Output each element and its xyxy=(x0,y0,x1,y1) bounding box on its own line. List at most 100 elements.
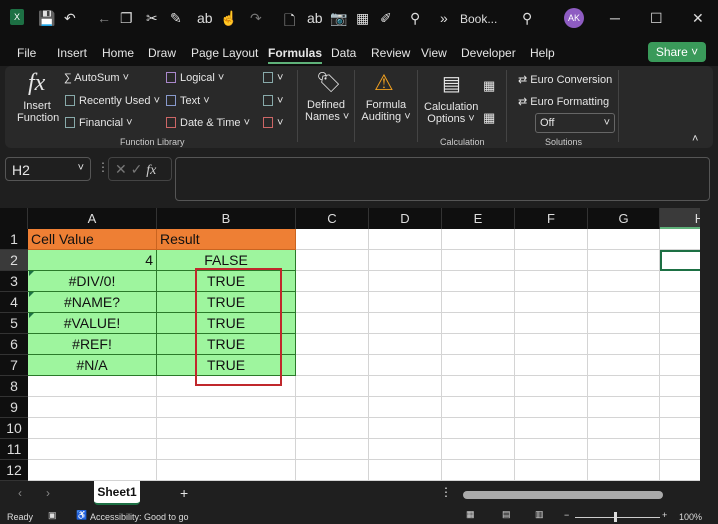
cell-E2[interactable] xyxy=(442,250,515,271)
strikethrough-icon[interactable]: ab xyxy=(307,10,323,26)
column-header-A[interactable]: A xyxy=(28,208,157,229)
zoom-out-button[interactable]: − xyxy=(564,510,569,520)
undo-icon[interactable]: ↶ xyxy=(64,10,76,27)
cell-C10[interactable] xyxy=(296,418,369,439)
cell-F2[interactable] xyxy=(515,250,588,271)
cell-D6[interactable] xyxy=(369,334,442,355)
cell-E12[interactable] xyxy=(442,460,515,481)
row-header-4[interactable]: 4 xyxy=(0,292,28,313)
cell-B1[interactable]: Result xyxy=(157,229,296,250)
cell-F10[interactable] xyxy=(515,418,588,439)
cell-A7[interactable]: #N/A xyxy=(28,355,157,376)
minimize-icon[interactable]: ─ xyxy=(610,10,620,26)
cell-G10[interactable] xyxy=(588,418,660,439)
column-header-D[interactable]: D xyxy=(369,208,442,229)
tab-formulas[interactable]: Formulas xyxy=(268,46,323,64)
row-header-7[interactable]: 7 xyxy=(0,355,28,376)
tab-view[interactable]: View xyxy=(421,46,447,60)
next-sheet-icon[interactable]: › xyxy=(46,486,50,500)
autosum-button[interactable]: ∑ AutoSum ˅ xyxy=(64,72,129,84)
cell-H4[interactable] xyxy=(660,292,700,313)
insert-function-button[interactable]: Insert Function xyxy=(17,100,59,124)
cell-E9[interactable] xyxy=(442,397,515,418)
cell-G12[interactable] xyxy=(588,460,660,481)
cell-E10[interactable] xyxy=(442,418,515,439)
accessibility-status[interactable]: Accessibility: Good to go xyxy=(90,512,189,522)
add-sheet-button[interactable]: + xyxy=(180,485,188,501)
cell-D11[interactable] xyxy=(369,439,442,460)
calculation-options-button[interactable]: Calculation Options ˅ xyxy=(424,101,478,125)
column-header-E[interactable]: E xyxy=(442,208,515,229)
text-button[interactable]: Text ˅ xyxy=(166,95,210,107)
cell-H2[interactable] xyxy=(660,250,700,271)
cell-A6[interactable]: #REF! xyxy=(28,334,157,355)
column-header-G[interactable]: G xyxy=(588,208,660,229)
cell-H7[interactable] xyxy=(660,355,700,376)
normal-view-icon[interactable]: ▦ xyxy=(466,509,475,520)
row-header-12[interactable]: 12 xyxy=(0,460,28,481)
spreadsheet-grid[interactable]: A B C D E F G H 1 Cell Value Result 2 4 FALSE 3 #DIV/0!… xyxy=(0,208,700,481)
row-header-10[interactable]: 10 xyxy=(0,418,28,439)
cell-E8[interactable] xyxy=(442,376,515,397)
cell-A9[interactable] xyxy=(28,397,157,418)
cell-C7[interactable] xyxy=(296,355,369,376)
cell-H9[interactable] xyxy=(660,397,700,418)
cell-F6[interactable] xyxy=(515,334,588,355)
row-header-1[interactable]: 1 xyxy=(0,229,28,250)
spelling-icon[interactable]: ab xyxy=(197,10,213,26)
cell-B10[interactable] xyxy=(157,418,296,439)
cell-D9[interactable] xyxy=(369,397,442,418)
cell-A3[interactable]: #DIV/0! xyxy=(28,271,157,292)
more-functions-button[interactable]: ˅ xyxy=(263,117,283,129)
zoom-slider[interactable] xyxy=(575,517,660,518)
cell-D2[interactable] xyxy=(369,250,442,271)
cell-F9[interactable] xyxy=(515,397,588,418)
cell-A1[interactable]: Cell Value xyxy=(28,229,157,250)
prev-sheet-icon[interactable]: ‹ xyxy=(18,486,22,500)
cell-F12[interactable] xyxy=(515,460,588,481)
calculate-sheet-icon[interactable]: ▦ xyxy=(483,110,495,126)
enter-icon[interactable]: ✓ xyxy=(131,161,143,177)
cell-F1[interactable] xyxy=(515,229,588,250)
cell-D3[interactable] xyxy=(369,271,442,292)
cell-D5[interactable] xyxy=(369,313,442,334)
tab-help[interactable]: Help xyxy=(530,46,555,60)
tab-data[interactable]: Data xyxy=(331,46,356,60)
column-header-B[interactable]: B xyxy=(157,208,296,229)
cell-A8[interactable] xyxy=(28,376,157,397)
cell-G9[interactable] xyxy=(588,397,660,418)
column-header-H[interactable]: H xyxy=(660,208,700,229)
formula-auditing-button[interactable]: Formula Auditing ˅ xyxy=(360,99,412,123)
maximize-icon[interactable]: ☐ xyxy=(650,10,663,27)
insert-function-icon[interactable]: fx xyxy=(146,163,156,178)
cell-E3[interactable] xyxy=(442,271,515,292)
row-header-9[interactable]: 9 xyxy=(0,397,28,418)
cell-E4[interactable] xyxy=(442,292,515,313)
cell-D7[interactable] xyxy=(369,355,442,376)
cell-A5[interactable]: #VALUE! xyxy=(28,313,157,334)
cell-E6[interactable] xyxy=(442,334,515,355)
cell-D8[interactable] xyxy=(369,376,442,397)
vertical-scrollbar[interactable] xyxy=(700,208,718,481)
row-header-8[interactable]: 8 xyxy=(0,376,28,397)
cell-H5[interactable] xyxy=(660,313,700,334)
cell-E1[interactable] xyxy=(442,229,515,250)
cell-G5[interactable] xyxy=(588,313,660,334)
tab-review[interactable]: Review xyxy=(371,46,410,60)
cell-A11[interactable] xyxy=(28,439,157,460)
cell-F11[interactable] xyxy=(515,439,588,460)
cell-F7[interactable] xyxy=(515,355,588,376)
preview-icon[interactable]: ▦ xyxy=(356,10,369,27)
cell-A4[interactable]: #NAME? xyxy=(28,292,157,313)
cell-H12[interactable] xyxy=(660,460,700,481)
tab-file[interactable]: File xyxy=(17,46,36,60)
page-layout-view-icon[interactable]: ▤ xyxy=(502,509,511,520)
format-painter-icon[interactable]: ✎ xyxy=(170,10,182,27)
cell-G1[interactable] xyxy=(588,229,660,250)
cell-H1[interactable] xyxy=(660,229,700,250)
row-header-5[interactable]: 5 xyxy=(0,313,28,334)
tab-home[interactable]: Home xyxy=(102,46,134,60)
defined-names-button[interactable]: Defined Names ˅ xyxy=(305,99,349,123)
euro-select[interactable]: Off ˅ xyxy=(535,113,615,133)
accessibility-icon[interactable]: ♿ xyxy=(76,510,87,521)
